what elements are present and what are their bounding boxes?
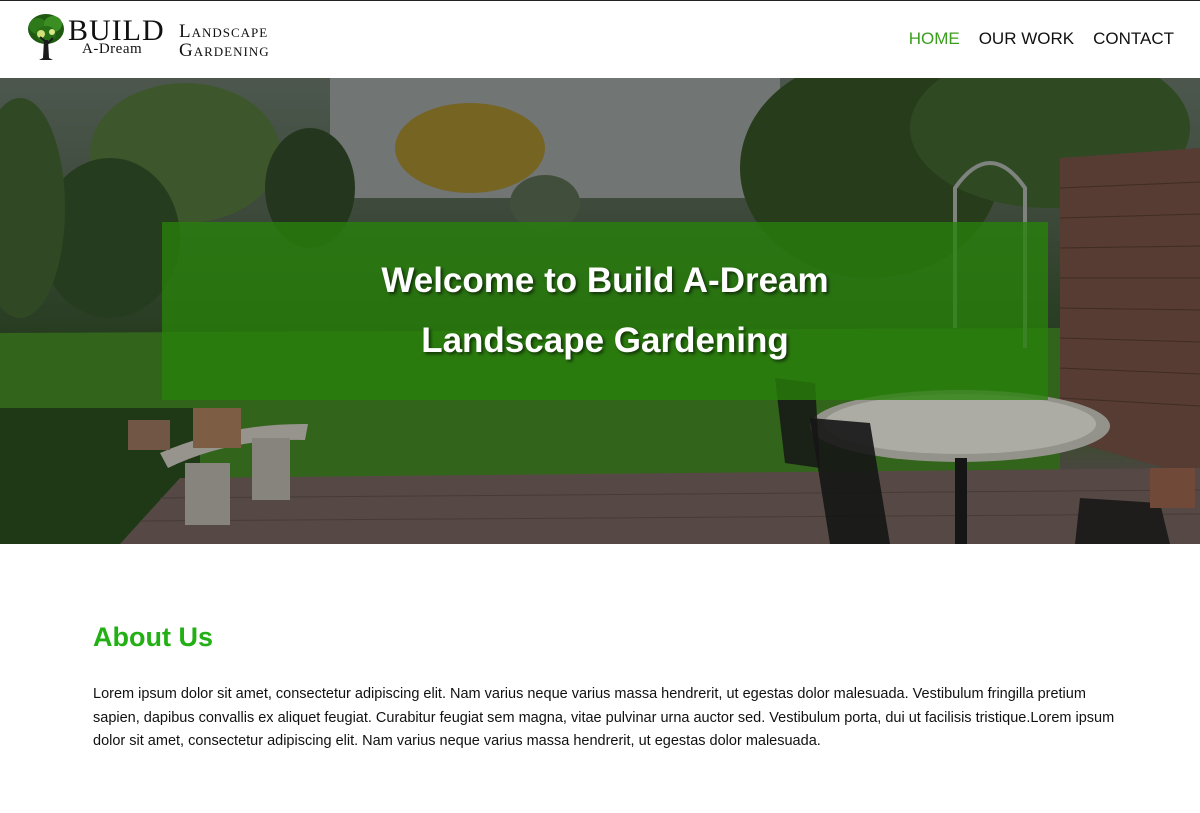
- about-heading: About Us: [93, 622, 213, 652]
- hero-title-line2: Landscape Gardening: [421, 321, 789, 360]
- logo-brand-bottom: A-Dream: [82, 41, 143, 57]
- logo-tagline: Landscape Gardening: [179, 22, 270, 60]
- site-logo[interactable]: Build A-Dream Landscape Gardening: [26, 12, 296, 64]
- main-nav: HOME OUR WORK CONTACT: [909, 29, 1174, 49]
- logo-tagline-line2: Gardening: [179, 40, 270, 61]
- hero-banner: Welcome to Build A-Dream Landscape Garde…: [0, 78, 1200, 544]
- hero-welcome-box: Welcome to Build A-Dream Landscape Garde…: [162, 222, 1048, 400]
- tree-icon: [28, 14, 64, 60]
- about-body: Lorem ipsum dolor sit amet, consectetur …: [93, 686, 1115, 749]
- nav-contact[interactable]: CONTACT: [1093, 29, 1174, 49]
- site-header: Build A-Dream Landscape Gardening HOME O…: [0, 0, 1200, 78]
- about-section: About Us Lorem ipsum dolor sit amet, con…: [93, 622, 1123, 754]
- logo-tagline-line1: Landscape: [179, 21, 269, 42]
- hero-title-line1: Welcome to Build A-Dream: [381, 261, 829, 300]
- nav-our-work[interactable]: OUR WORK: [979, 29, 1074, 49]
- nav-home[interactable]: HOME: [909, 29, 960, 49]
